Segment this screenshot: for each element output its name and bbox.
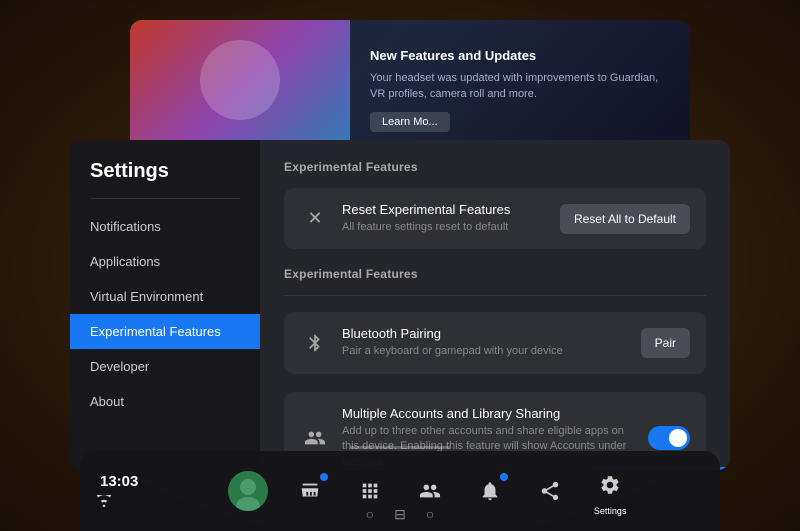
reset-icon: ✕ — [300, 204, 330, 234]
share-icon — [532, 473, 568, 509]
screen-hero-image — [130, 20, 350, 160]
apps-icon — [352, 473, 388, 509]
bluetooth-icon — [300, 328, 330, 358]
sidebar-item-experimental-features[interactable]: Experimental Features — [70, 314, 260, 349]
bluetooth-card: Bluetooth Pairing Pair a keyboard or gam… — [284, 312, 706, 373]
taskbar-share[interactable] — [532, 473, 568, 509]
pair-button[interactable]: Pair — [641, 328, 690, 358]
taskbar-bottom-row: ○ ⊟ ○ — [80, 506, 720, 523]
taskbar-apps[interactable] — [352, 473, 388, 509]
taskbar-people[interactable] — [412, 473, 448, 509]
taskbar-avatar[interactable] — [228, 471, 268, 511]
sidebar-item-virtual-environment[interactable]: Virtual Environment — [70, 279, 260, 314]
screen-content: New Features and Updates Your headset wa… — [350, 20, 690, 160]
reset-all-button[interactable]: Reset All to Default — [560, 204, 690, 234]
bluetooth-text: Bluetooth Pairing Pair a keyboard or gam… — [342, 326, 629, 359]
reset-feature-title: Reset Experimental Features — [342, 202, 548, 217]
taskbar-notifications[interactable] — [472, 473, 508, 509]
accounts-toggle[interactable] — [648, 426, 690, 450]
taskbar: 13:03 — [80, 451, 720, 531]
accounts-action — [648, 426, 690, 450]
screen-description: Your headset was updated with improvemen… — [370, 71, 670, 102]
settings-title: Settings — [70, 160, 260, 198]
sidebar-divider — [90, 198, 240, 199]
section2-header: Experimental Features — [284, 267, 706, 281]
accounts-icon — [300, 423, 330, 453]
bottom-rect-icon[interactable]: ⊟ — [394, 506, 406, 523]
reset-feature-desc: All feature settings reset to default — [342, 220, 548, 235]
main-content: Experimental Features ✕ Reset Experiment… — [260, 140, 730, 470]
section1-header: Experimental Features — [284, 160, 706, 174]
section-divider — [284, 295, 706, 296]
avatar-icon — [228, 471, 268, 511]
sidebar-item-applications[interactable]: Applications — [70, 244, 260, 279]
settings-icon — [592, 467, 628, 503]
accounts-title: Multiple Accounts and Library Sharing — [342, 406, 636, 421]
people-icon — [412, 473, 448, 509]
store-badge — [320, 473, 328, 481]
bottom-circle-icon[interactable]: ○ — [366, 506, 374, 523]
store-icon — [292, 473, 328, 509]
sidebar-item-about[interactable]: About — [70, 384, 260, 419]
reset-features-card: ✕ Reset Experimental Features All featur… — [284, 188, 706, 249]
notification-badge — [500, 473, 508, 481]
bluetooth-desc: Pair a keyboard or gamepad with your dev… — [342, 344, 629, 359]
scroll-indicator — [350, 446, 450, 449]
bottom-circle2-icon[interactable]: ○ — [426, 506, 434, 523]
bluetooth-action: Pair — [641, 328, 690, 358]
screen-title: New Features and Updates — [370, 48, 670, 63]
sidebar-item-notifications[interactable]: Notifications — [70, 209, 260, 244]
sidebar-item-developer[interactable]: Developer — [70, 349, 260, 384]
taskbar-store[interactable] — [292, 473, 328, 509]
learn-more-button[interactable]: Learn Mo... — [370, 112, 450, 132]
sidebar: Settings Notifications Applications Virt… — [70, 140, 260, 470]
bell-icon — [472, 473, 508, 509]
floating-screen: New Features and Updates Your headset wa… — [130, 20, 690, 160]
bluetooth-title: Bluetooth Pairing — [342, 326, 629, 341]
reset-feature-text: Reset Experimental Features All feature … — [342, 202, 548, 235]
reset-feature-action: Reset All to Default — [560, 204, 690, 234]
taskbar-time: 13:03 — [96, 473, 138, 490]
settings-panel: Settings Notifications Applications Virt… — [70, 140, 730, 470]
